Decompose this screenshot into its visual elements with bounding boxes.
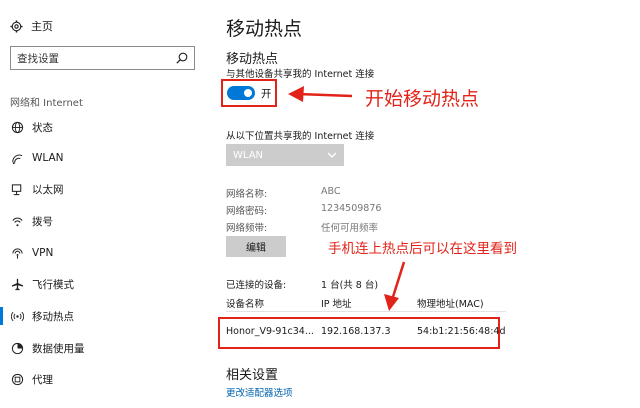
arrow-to-toggle (288, 86, 353, 102)
annotation-arrows (288, 86, 406, 311)
annotation-start-hotspot: 开始移动热点 (365, 88, 480, 110)
annotation-see-devices: 手机连上热点后可以在这里看到 (328, 241, 517, 257)
arrow-to-device-row (384, 261, 406, 311)
